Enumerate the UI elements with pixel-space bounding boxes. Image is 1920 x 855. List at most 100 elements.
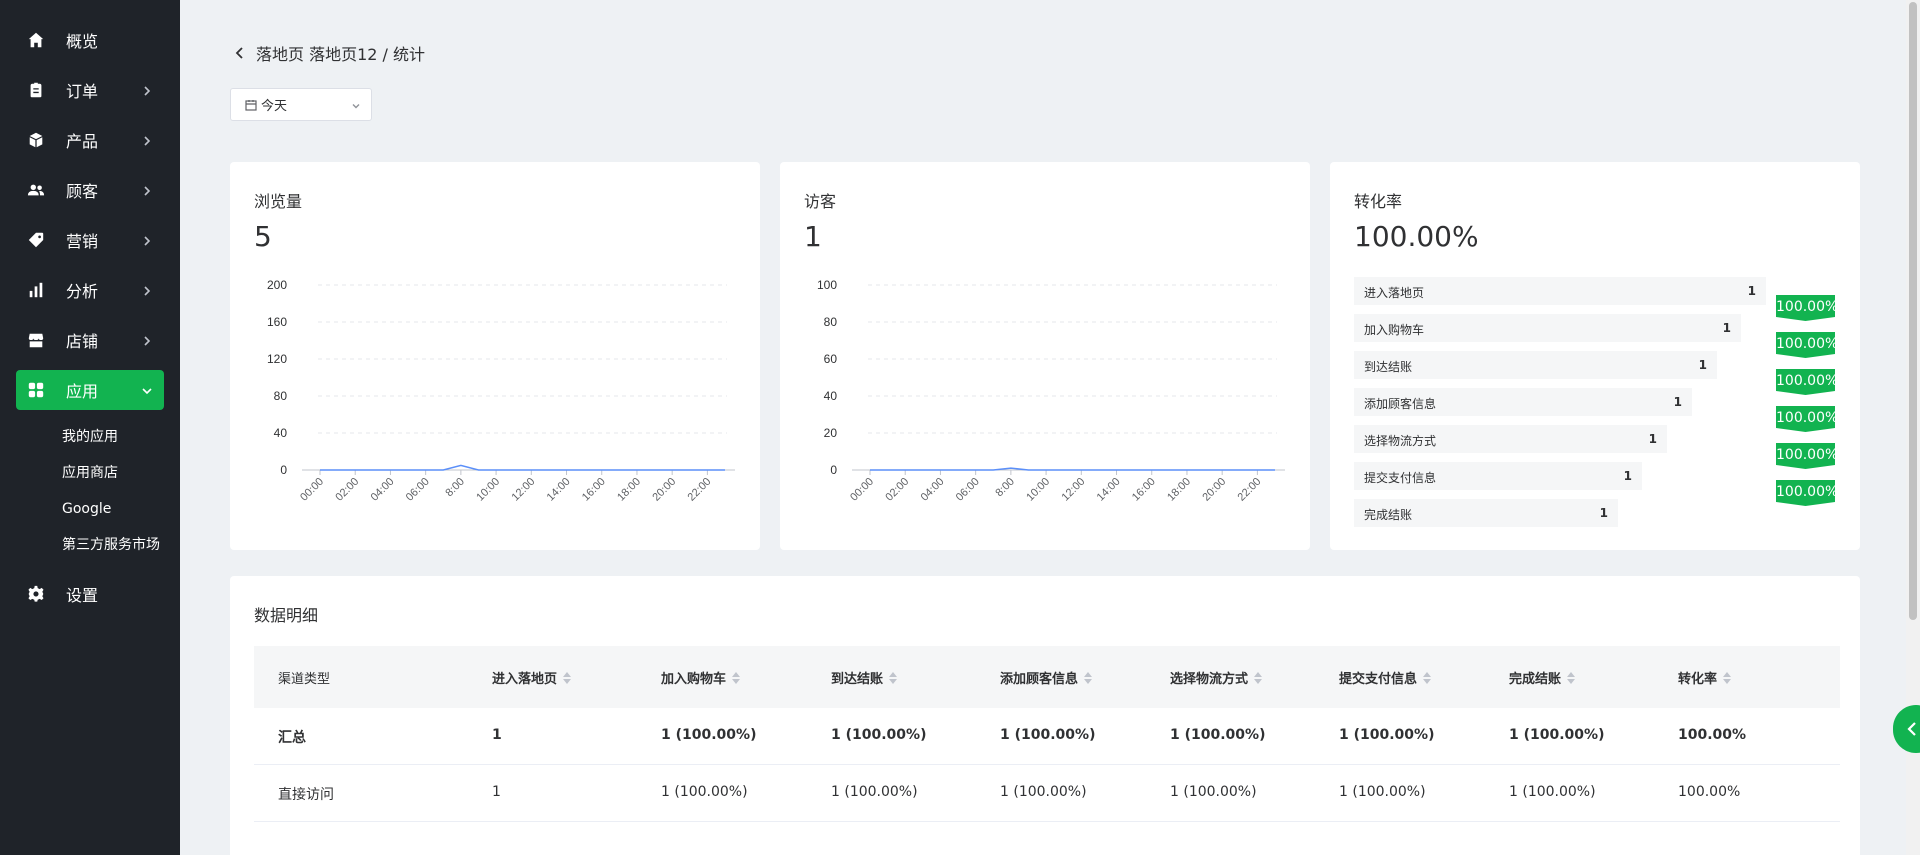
chevron-down-icon [140,383,154,397]
table-cell: 1 (100.00%) [831,727,927,743]
chevron-right-icon [140,233,154,247]
sidebar-item-label: 产品 [66,132,99,151]
sort-icon[interactable] [732,671,741,685]
visitors-card: 访客 1 0 20 40 60 80 100 00:00 02:00 04:00 06:00 8:0… [780,162,1310,550]
column-header-channel: 渠道类型 [278,672,331,687]
scrollbar-thumb[interactable] [1909,2,1917,620]
sort-icon[interactable] [1567,671,1576,685]
funnel-label: 选择物流方式 [1364,434,1437,448]
store-icon [26,330,46,350]
x-tick-label: 04:00 [919,476,947,504]
series-line [870,467,1275,471]
x-tick-label: 16:00 [1130,476,1158,504]
chevron-right-icon [140,83,154,97]
column-header-conversion-rate[interactable]: 转化率 [1678,668,1732,687]
funnel-rate-badge: 100.00% [1776,295,1838,321]
column-header-select-shipping[interactable]: 选择物流方式 [1170,668,1263,687]
funnel-bar: 提交支付信息 1 [1354,462,1642,490]
chevron-right-icon [140,133,154,147]
table-cell: 1 (100.00%) [1339,727,1435,743]
table-cell: 1 (100.00%) [1509,784,1596,800]
back-arrow-icon[interactable] [232,45,248,61]
funnel-rate: 100.00% [1776,336,1839,352]
sidebar-item-store[interactable]: 店铺 [16,320,164,360]
users-icon [26,180,46,200]
sort-icon[interactable] [1254,671,1263,685]
table-cell: 1 (100.00%) [1339,784,1426,800]
sidebar-item-orders[interactable]: 订单 [16,70,164,110]
funnel-bar: 选择物流方式 1 [1354,425,1667,453]
breadcrumb-text: 落地页 落地页12 / 统计 [256,45,426,64]
floating-expand-button[interactable] [1893,705,1920,753]
sidebar-item-settings[interactable]: 设置 [16,574,164,614]
table-cell: 1 (100.00%) [661,784,748,800]
y-tick-label: 0 [830,463,837,477]
sidebar-item-label: 店铺 [66,332,99,351]
column-header-add-to-cart[interactable]: 加入购物车 [661,668,741,687]
table-cell: 100.00% [1678,784,1741,800]
funnel-rate-badge: 100.00% [1776,406,1838,432]
sidebar-item-customers[interactable]: 顾客 [16,170,164,210]
y-tick-label: 80 [824,315,838,329]
conversion-card: 转化率 100.00% 进入落地页 1 100.00% 加入购物车 1 100.00% 到达… [1330,162,1860,550]
sidebar-subitem-third-party-market[interactable]: 第三方服务市场 [62,535,160,555]
date-filter-value: 今天 [261,99,288,114]
sort-icon[interactable] [889,671,898,685]
chevron-down-icon [351,100,361,110]
sidebar-item-apps[interactable]: 应用 [16,370,164,410]
home-icon [26,30,46,50]
funnel-label: 到达结账 [1364,360,1413,374]
box-icon [26,130,46,150]
table-cell: 1 (100.00%) [661,727,757,743]
column-header-reach-checkout[interactable]: 到达结账 [831,668,898,687]
sort-icon[interactable] [1723,671,1732,685]
sidebar-item-marketing[interactable]: 营销 [16,220,164,260]
y-tick-label: 160 [267,315,287,329]
sidebar-item-analytics[interactable]: 分析 [16,270,164,310]
column-header-enter-landing[interactable]: 进入落地页 [492,668,572,687]
data-detail-title: 数据明细 [254,606,319,625]
sidebar-item-label: 订单 [66,82,99,101]
funnel-rate: 100.00% [1776,373,1839,389]
conversion-title: 转化率 [1354,192,1403,211]
sort-icon[interactable] [563,671,572,685]
y-tick-label: 40 [824,389,838,403]
y-tick-label: 0 [280,463,287,477]
series-line [320,464,725,471]
sidebar-item-label: 概览 [66,32,99,51]
table-cell: 1 (100.00%) [831,784,918,800]
sidebar-item-label: 分析 [66,282,99,301]
column-header-add-customer-info[interactable]: 添加顾客信息 [1000,668,1093,687]
x-tick-label: 20:00 [1200,476,1228,504]
y-tick-label: 20 [824,426,838,440]
y-tick-label: 100 [817,278,837,292]
sidebar-subitem-my-apps[interactable]: 我的应用 [62,427,118,447]
tag-icon [26,230,46,250]
sidebar-subitem-google[interactable]: Google [62,499,111,519]
sidebar-subitem-app-store[interactable]: 应用商店 [62,463,118,483]
x-tick-label: 12:00 [1059,476,1087,504]
funnel-bar: 添加顾客信息 1 [1354,388,1692,416]
sidebar: 概览 订单 产品 顾客 营销 分析 店铺 应用 我的应用 应用商店 Google… [0,0,180,855]
sidebar-item-products[interactable]: 产品 [16,120,164,160]
funnel-rate-badge: 100.00% [1776,369,1839,395]
column-header-submit-payment[interactable]: 提交支付信息 [1339,668,1432,687]
funnel-label: 加入购物车 [1364,323,1425,337]
table-header: 渠道类型 进入落地页 加入购物车 到达结账 添加顾客信息 选择物流方式 提交支付… [254,646,1840,708]
column-header-complete-checkout[interactable]: 完成结账 [1509,668,1576,687]
table-cell: 1 [492,784,501,800]
sidebar-item-label: 应用 [66,382,99,401]
sort-icon[interactable] [1423,671,1432,685]
table-cell: 1 (100.00%) [1000,727,1096,743]
conversion-value: 100.00% [1354,220,1479,253]
funnel-rate: 100.00% [1776,447,1839,463]
visitors-line-chart: 0 20 40 60 80 100 00:00 02:00 04:00 06:00 8:00 10:0… [817,278,1285,504]
y-tick-label: 60 [824,352,838,366]
table-cell: 1 (100.00%) [1170,727,1266,743]
sidebar-item-overview[interactable]: 概览 [16,20,164,60]
sort-icon[interactable] [1084,671,1093,685]
x-tick-label: 00:00 [298,476,326,504]
calendar-icon [245,99,257,111]
date-filter-select[interactable]: 今天 [230,88,372,121]
data-detail-card: 数据明细 渠道类型 进入落地页 加入购物车 到达结账 添加顾客信息 选择物流方式… [230,576,1860,855]
